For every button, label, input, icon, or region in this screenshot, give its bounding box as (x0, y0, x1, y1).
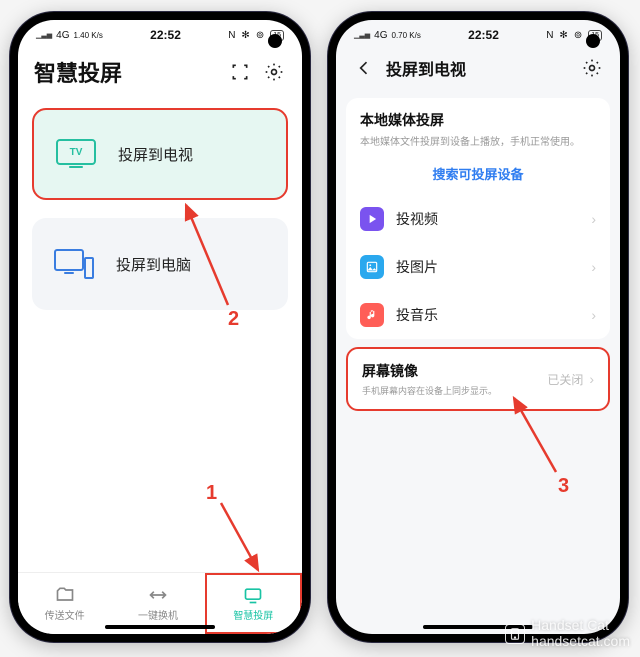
page-title: 投屏到电视 (386, 56, 570, 80)
scan-icon[interactable] (228, 60, 252, 84)
nfc-icon: N (546, 30, 553, 41)
chevron-right-icon: › (589, 371, 594, 387)
tab-files[interactable]: 传送文件 (18, 573, 111, 634)
cast-video-row[interactable]: 投视频 › (346, 195, 610, 243)
bluetooth-icon: ✻ (559, 30, 567, 41)
clock: 22:52 (150, 28, 181, 42)
search-devices-link[interactable]: 搜索可投屏设备 (346, 152, 610, 195)
watermark-text: Handset Cat handsetcat.com (531, 618, 630, 649)
annotation-number-1: 1 (206, 482, 217, 505)
net-speed: 1.40 K/s (74, 31, 103, 40)
local-media-section: 本地媒体投屏 本地媒体文件投屏到设备上播放，手机正常使用。 搜索可投屏设备 投视… (346, 98, 610, 339)
nfc-icon: N (228, 30, 235, 41)
media-subtitle: 本地媒体文件投屏到设备上播放，手机正常使用。 (360, 133, 596, 148)
status-bar: ▁▃▅ 4G 0.70 K/s 22:52 N ✻ ⊚ 15 (336, 20, 620, 50)
cast-music-label: 投音乐 (396, 305, 438, 325)
cast-image-row[interactable]: 投图片 › (346, 243, 610, 291)
watermark-icon (505, 624, 525, 644)
tv-icon: TV (56, 139, 96, 165)
chevron-right-icon: › (591, 307, 596, 323)
network-type: 4G (56, 30, 69, 41)
chevron-right-icon: › (591, 211, 596, 227)
cast-to-pc-label: 投屏到电脑 (116, 254, 191, 275)
annotation-number-3: 3 (558, 475, 569, 498)
video-icon (360, 207, 384, 231)
bluetooth-icon: ✻ (241, 30, 249, 41)
tab-files-label: 传送文件 (45, 607, 85, 622)
cast-video-label: 投视频 (396, 209, 438, 229)
gear-icon[interactable] (580, 56, 604, 80)
media-title: 本地媒体投屏 (360, 110, 596, 130)
signal-icon: ▁▃▅ (36, 31, 52, 39)
wifi-icon: ⊚ (574, 30, 582, 41)
music-icon (360, 303, 384, 327)
header: 智慧投屏 (18, 50, 302, 98)
watermark: Handset Cat handsetcat.com (505, 618, 630, 649)
status-bar: ▁▃▅ 4G 1.40 K/s 22:52 N ✻ ⊚ 15 (18, 20, 302, 50)
signal-icon: ▁▃▅ (354, 31, 370, 39)
page-title: 智慧投屏 (34, 56, 218, 88)
tab-cast[interactable]: 智慧投屏 (205, 573, 302, 634)
cast-to-pc-card[interactable]: 投屏到电脑 (32, 218, 288, 310)
wifi-icon: ⊚ (256, 30, 264, 41)
chevron-right-icon: › (591, 259, 596, 275)
mirror-subtitle: 手机屏幕内容在设备上同步显示。 (362, 384, 547, 397)
back-icon[interactable] (352, 56, 376, 80)
screen-mirror-row[interactable]: 屏幕镜像 手机屏幕内容在设备上同步显示。 已关闭 › (346, 347, 610, 411)
cast-music-row[interactable]: 投音乐 › (346, 291, 610, 339)
header: 投屏到电视 (336, 50, 620, 90)
clock: 22:52 (468, 28, 499, 42)
gear-icon[interactable] (262, 60, 286, 84)
camera-hole (586, 34, 600, 48)
screen-left: ▁▃▅ 4G 1.40 K/s 22:52 N ✻ ⊚ 15 智慧投屏 (18, 20, 302, 634)
mirror-state: 已关闭 (547, 371, 583, 388)
camera-hole (268, 34, 282, 48)
cast-to-tv-label: 投屏到电视 (118, 144, 193, 165)
tab-switch-label: 一键换机 (138, 607, 178, 622)
phone-frame-right: ▁▃▅ 4G 0.70 K/s 22:52 N ✻ ⊚ 15 投屏到电视 (328, 12, 628, 642)
cast-to-tv-card[interactable]: TV 投屏到电视 (32, 108, 288, 200)
net-speed: 0.70 K/s (392, 31, 421, 40)
annotation-arrow-1 (216, 498, 266, 578)
mirror-title: 屏幕镜像 (362, 361, 547, 381)
cast-image-label: 投图片 (396, 257, 438, 277)
pc-icon (54, 249, 94, 279)
screen-right: ▁▃▅ 4G 0.70 K/s 22:52 N ✻ ⊚ 15 投屏到电视 (336, 20, 620, 634)
network-type: 4G (374, 30, 387, 41)
phone-frame-left: ▁▃▅ 4G 1.40 K/s 22:52 N ✻ ⊚ 15 智慧投屏 (10, 12, 310, 642)
tab-cast-label: 智慧投屏 (233, 607, 273, 622)
image-icon (360, 255, 384, 279)
home-indicator[interactable] (105, 625, 215, 629)
